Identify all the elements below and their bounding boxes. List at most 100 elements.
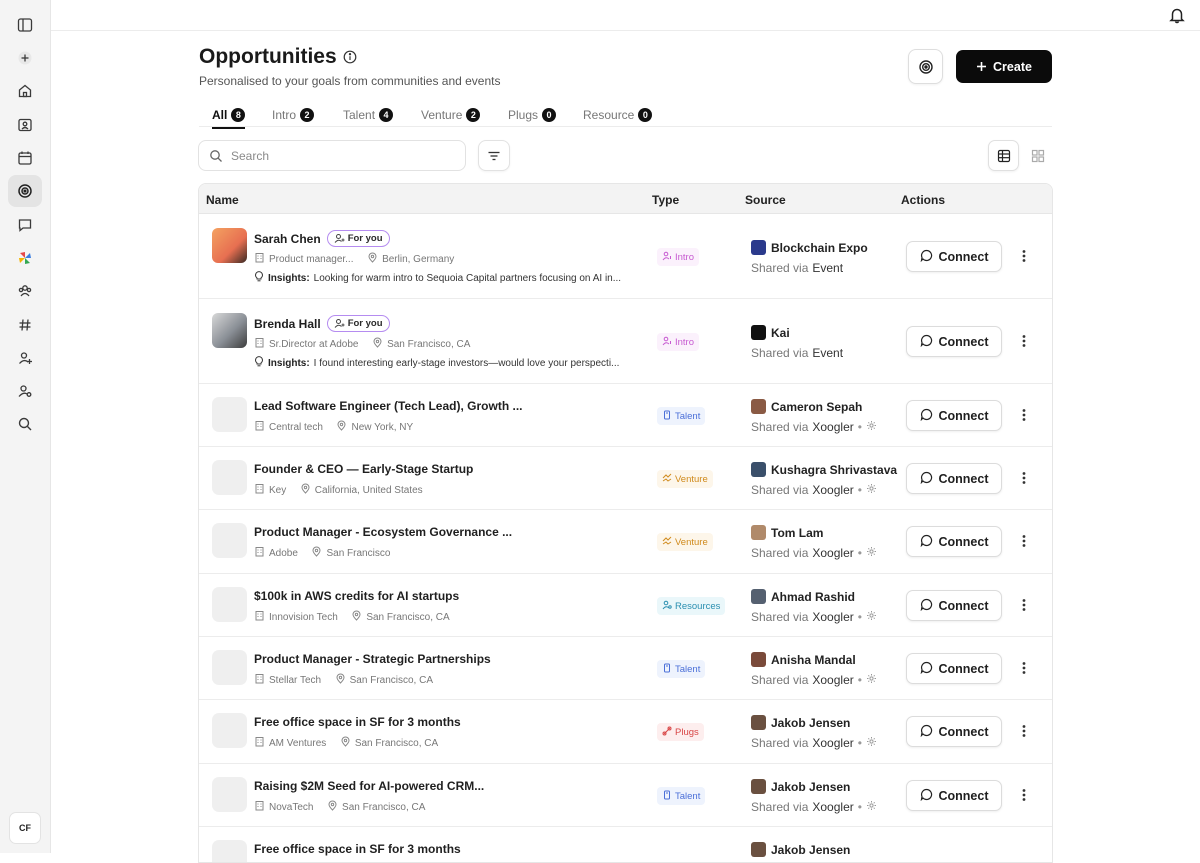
tab-venture[interactable]: Venture 2 <box>421 107 481 123</box>
column-header-source[interactable]: Source <box>745 193 786 207</box>
connect-button[interactable]: Connect <box>906 590 1002 621</box>
venture-type-icon <box>662 536 672 549</box>
more-options-icon[interactable] <box>1017 469 1031 487</box>
table-row[interactable]: Brenda Hall For you Sr.Director at Adobe S… <box>199 299 1052 384</box>
source-name[interactable]: Cameron Sepah <box>751 399 862 414</box>
pinwheel-icon[interactable] <box>8 242 42 274</box>
opportunities-icon[interactable] <box>8 175 42 207</box>
row-title[interactable]: Brenda Hall For you <box>254 315 390 332</box>
table-row[interactable]: $100k in AWS credits for AI startups Inno… <box>199 574 1052 637</box>
more-options-icon[interactable] <box>1017 596 1031 614</box>
source-name[interactable]: Tom Lam <box>751 525 823 540</box>
row-title[interactable]: Sarah Chen For you <box>254 230 390 247</box>
source-name[interactable]: Jakob Jensen <box>751 842 850 857</box>
table-row[interactable]: Product Manager - Ecosystem Governance .… <box>199 510 1052 574</box>
table-row[interactable]: Lead Software Engineer (Tech Lead), Grow… <box>199 384 1052 447</box>
column-header-actions: Actions <box>901 193 946 207</box>
connect-button[interactable]: Connect <box>906 326 1002 357</box>
source-name[interactable]: Kushagra Shrivastava <box>751 462 897 477</box>
chat-bubble-icon <box>920 471 933 487</box>
source-name[interactable]: Blockchain Expo <box>751 240 868 255</box>
row-title[interactable]: Free office space in SF for 3 months <box>254 842 461 856</box>
location-icon <box>311 546 322 560</box>
hash-icon[interactable] <box>8 309 42 341</box>
create-button[interactable]: Create <box>956 50 1052 83</box>
tab-all[interactable]: All 8 <box>212 107 246 129</box>
sidebar-toggle-icon[interactable] <box>8 9 42 41</box>
tab-plugs[interactable]: Plugs 0 <box>508 107 557 123</box>
row-title[interactable]: $100k in AWS credits for AI startups <box>254 589 459 603</box>
search-input[interactable] <box>231 148 451 163</box>
table-row[interactable]: Raising $2M Seed for AI-powered CRM... No… <box>199 764 1052 827</box>
calendar-icon[interactable] <box>8 142 42 174</box>
column-header-name[interactable]: Name <box>206 193 239 207</box>
row-meta: Product manager... Berlin, Germany <box>254 252 454 266</box>
connect-button[interactable]: Connect <box>906 716 1002 747</box>
row-title[interactable]: Product Manager - Strategic Partnerships <box>254 652 491 666</box>
home-icon[interactable] <box>8 75 42 107</box>
connect-button[interactable]: Connect <box>906 526 1002 557</box>
info-icon[interactable] <box>343 50 357 64</box>
user-plus-icon[interactable] <box>8 342 42 374</box>
tab-intro[interactable]: Intro 2 <box>272 107 315 123</box>
row-avatar <box>212 713 247 748</box>
table-row[interactable]: Product Manager - Strategic Partnerships… <box>199 637 1052 700</box>
table-row[interactable]: Founder & CEO — Early-Stage Startup Key C… <box>199 447 1052 510</box>
page-title: Opportunities <box>199 45 357 69</box>
tab-resource[interactable]: Resource 0 <box>583 107 653 123</box>
user-settings-icon[interactable] <box>8 375 42 407</box>
contact-card-icon[interactable] <box>8 109 42 141</box>
row-title[interactable]: Free office space in SF for 3 months <box>254 715 461 729</box>
connect-button[interactable]: Connect <box>906 400 1002 431</box>
more-options-icon[interactable] <box>1017 659 1031 677</box>
row-title[interactable]: Raising $2M Seed for AI-powered CRM... <box>254 779 484 793</box>
building-icon <box>254 337 265 351</box>
connect-button[interactable]: Connect <box>906 653 1002 684</box>
more-options-icon[interactable] <box>1017 406 1031 424</box>
connect-button[interactable]: Connect <box>906 780 1002 811</box>
more-options-icon[interactable] <box>1017 532 1031 550</box>
connect-button[interactable]: Connect <box>906 463 1002 494</box>
row-meta: Stellar Tech San Francisco, CA <box>254 673 433 687</box>
talent-type-icon <box>662 790 672 803</box>
table-row[interactable]: Free office space in SF for 3 months Jako… <box>199 827 1052 862</box>
source-name[interactable]: Ahmad Rashid <box>751 589 855 604</box>
location-icon <box>336 420 347 434</box>
source-avatar <box>751 240 766 255</box>
connect-button[interactable]: Connect <box>906 241 1002 272</box>
bell-icon[interactable] <box>1168 6 1186 24</box>
avatar[interactable]: CF <box>9 812 41 844</box>
more-options-icon[interactable] <box>1017 722 1031 740</box>
plus-icon[interactable] <box>8 42 42 74</box>
grid-view-button[interactable] <box>1022 140 1053 171</box>
more-options-icon[interactable] <box>1017 786 1031 804</box>
search-icon[interactable] <box>8 408 42 440</box>
source-avatar <box>751 842 766 857</box>
tab-talent[interactable]: Talent 4 <box>343 107 394 123</box>
source-name[interactable]: Jakob Jensen <box>751 715 850 730</box>
table-row[interactable]: Free office space in SF for 3 months AM V… <box>199 700 1052 764</box>
column-header-type[interactable]: Type <box>652 193 679 207</box>
chat-icon[interactable] <box>8 209 42 241</box>
building-icon <box>254 420 265 434</box>
more-options-icon[interactable] <box>1017 247 1031 265</box>
source-name[interactable]: Kai <box>751 325 790 340</box>
goals-button[interactable] <box>908 49 943 84</box>
filter-button[interactable] <box>478 140 510 171</box>
row-title[interactable]: Founder & CEO — Early-Stage Startup <box>254 462 473 476</box>
community-badge-icon <box>866 800 877 814</box>
source-name[interactable]: Jakob Jensen <box>751 779 850 794</box>
table-view-button[interactable] <box>988 140 1019 171</box>
row-title[interactable]: Lead Software Engineer (Tech Lead), Grow… <box>254 399 522 413</box>
tab-bar: All 8 Intro 2 Talent 4 Venture 2 Plugs 0 Reso… <box>199 104 1052 129</box>
community-icon[interactable] <box>8 275 42 307</box>
table-row[interactable]: Sarah Chen For you Product manager... Berl… <box>199 214 1052 299</box>
more-options-icon[interactable] <box>1017 332 1031 350</box>
search-box <box>198 140 466 171</box>
grid-icon <box>1031 149 1044 162</box>
row-avatar <box>212 650 247 685</box>
source-name[interactable]: Anisha Mandal <box>751 652 856 667</box>
intro-type-icon <box>662 336 672 349</box>
source-via: Shared via Xoogler • <box>751 610 877 624</box>
row-title[interactable]: Product Manager - Ecosystem Governance .… <box>254 525 512 539</box>
